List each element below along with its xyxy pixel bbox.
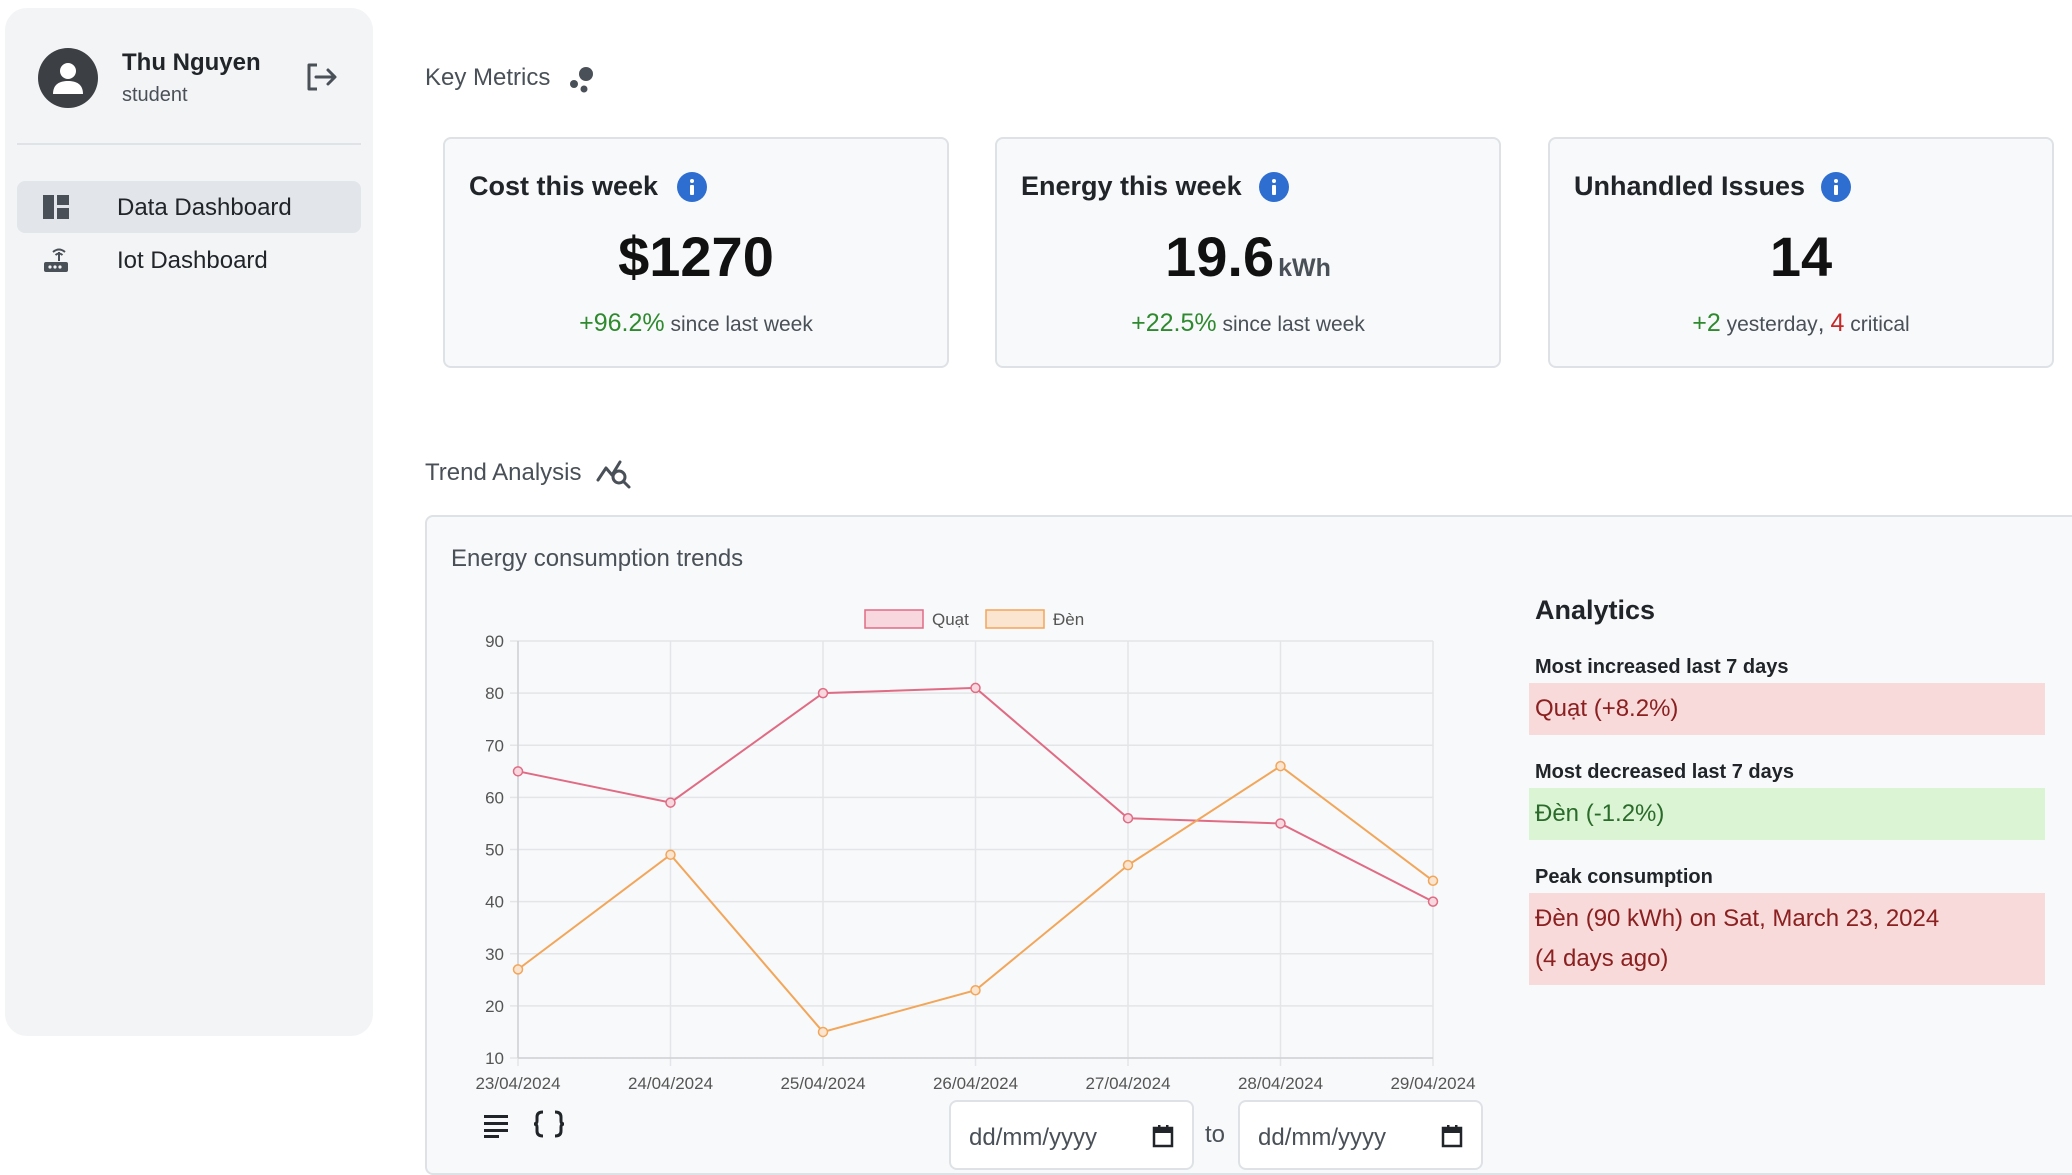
- metric-card-cost: Cost this week $1270 +96.2% since last w…: [443, 137, 949, 368]
- peak-value-line1: Đèn (90 kWh) on Sat, March 23, 2024: [1535, 905, 1940, 932]
- data-point: [665, 797, 676, 808]
- sidebar-item-data-dashboard[interactable]: Data Dashboard: [17, 181, 361, 233]
- info-icon[interactable]: [1821, 172, 1851, 202]
- data-point: [817, 1026, 829, 1038]
- avatar: [38, 48, 98, 108]
- list-view-icon[interactable]: [482, 1112, 510, 1138]
- data-point: [1427, 875, 1439, 887]
- sidebar-divider: [17, 143, 361, 145]
- legend-swatch: [985, 609, 1045, 629]
- data-point: [512, 964, 524, 975]
- most-decreased-value: Đèn (-1.2%): [1529, 788, 2045, 840]
- json-braces-icon[interactable]: [532, 1109, 566, 1139]
- start-date-placeholder: dd/mm/yyyy: [969, 1124, 1098, 1151]
- sidebar: Thu Nguyen student Data Dashboard Iot Da…: [5, 8, 373, 1036]
- energy-line-chart: 10 20 30 40 50 60 70 80 90 23/04/2024 24/04/2024 25…: [475, 609, 1476, 1093]
- data-point: [1122, 812, 1134, 824]
- legend-label: Quạt: [932, 610, 969, 629]
- change-percent: +22.5%: [1131, 309, 1217, 337]
- x-tick-label: 25/04/2024: [780, 1074, 865, 1093]
- card-title: Energy this week: [1021, 171, 1242, 201]
- person-icon: [53, 63, 83, 94]
- analytics-title: Analytics: [1535, 595, 1656, 625]
- card-title: Unhandled Issues: [1574, 171, 1806, 201]
- sidebar-item-iot-dashboard[interactable]: Iot Dashboard: [17, 234, 361, 286]
- info-icon[interactable]: [677, 172, 707, 202]
- change-text: since last week: [670, 313, 813, 336]
- data-point: [1275, 760, 1286, 772]
- data-point: [1275, 818, 1286, 829]
- most-increased-label: Most increased last 7 days: [1535, 656, 1789, 678]
- data-point: [512, 766, 524, 777]
- yesterday-count: +2: [1692, 309, 1721, 337]
- peak-label: Peak consumption: [1535, 866, 1713, 888]
- dashboard-icon: [43, 195, 69, 219]
- metric-card-energy: Energy this week 19.6 kWh +22.5% since la…: [995, 137, 1501, 368]
- router-icon: [44, 248, 68, 272]
- y-tick-label: 30: [485, 945, 504, 964]
- x-tick-label: 24/04/2024: [628, 1074, 713, 1093]
- peak-value-line2: (4 days ago): [1535, 945, 1669, 972]
- card-change: +96.2% since last week: [445, 309, 947, 338]
- x-tick-label: 29/04/2024: [1390, 1074, 1475, 1093]
- y-tick-label: 80: [485, 684, 504, 703]
- most-increased-value: Quạt (+8.2%): [1529, 683, 2045, 735]
- logout-button[interactable]: [303, 59, 339, 95]
- x-tick-label: 28/04/2024: [1238, 1074, 1323, 1093]
- x-tick-label: 26/04/2024: [933, 1074, 1018, 1093]
- analytics-panel: Analytics Most increased last 7 days Quạ…: [1529, 595, 2045, 1011]
- info-icon[interactable]: [1259, 172, 1289, 202]
- yesterday-text: yesterday: [1726, 313, 1818, 336]
- card-change: +2 yesterday, 4 critical: [1550, 309, 2052, 338]
- query-stats-icon: [596, 460, 631, 489]
- critical-count: 4: [1830, 309, 1845, 337]
- x-tick-label: 23/04/2024: [475, 1074, 560, 1093]
- x-tick-label: 27/04/2024: [1085, 1074, 1170, 1093]
- user-profile: Thu Nguyen student: [33, 39, 363, 119]
- user-name: Thu Nguyen: [122, 49, 261, 76]
- separator: ,: [1817, 309, 1825, 337]
- user-role: student: [122, 84, 188, 106]
- card-value: $1270: [618, 225, 774, 288]
- start-date-input[interactable]: dd/mm/yyyy: [949, 1100, 1194, 1170]
- card-value: 19.6 kWh: [1165, 225, 1331, 288]
- card-title: Cost this week: [469, 171, 659, 201]
- data-point: [1122, 859, 1134, 871]
- peak-value: Đèn (90 kWh) on Sat, March 23, 2024 (4 d…: [1529, 893, 2045, 985]
- most-decreased-label: Most decreased last 7 days: [1535, 761, 1795, 783]
- data-point: [970, 984, 981, 996]
- y-tick-label: 40: [485, 893, 504, 912]
- y-tick-label: 90: [485, 632, 504, 651]
- critical-text: critical: [1850, 313, 1910, 336]
- data-point: [817, 687, 829, 699]
- legend-swatch: [864, 609, 924, 629]
- end-date-placeholder: dd/mm/yyyy: [1258, 1124, 1387, 1151]
- logout-icon: [307, 63, 337, 91]
- bubble-chart-icon: [570, 67, 593, 93]
- key-metrics-heading: Key Metrics: [425, 64, 551, 91]
- card-change: +22.5% since last week: [997, 309, 1499, 338]
- metric-card-issues: Unhandled Issues 14 +2 yesterday, 4 crit…: [1548, 137, 2054, 368]
- calendar-icon[interactable]: [1441, 1124, 1463, 1148]
- y-tick-label: 70: [485, 736, 504, 755]
- legend-label: Đèn: [1053, 610, 1084, 629]
- sidebar-item-label: Iot Dashboard: [117, 247, 268, 274]
- end-date-input[interactable]: dd/mm/yyyy: [1238, 1100, 1483, 1170]
- card-unit: kWh: [1278, 254, 1331, 282]
- data-point: [970, 682, 981, 694]
- change-percent: +96.2%: [579, 309, 665, 337]
- y-tick-label: 50: [485, 841, 504, 860]
- y-tick-label: 60: [485, 788, 504, 807]
- card-value: 14: [1769, 225, 1833, 288]
- to-label: to: [1205, 1121, 1226, 1148]
- y-tick-label: 10: [485, 1049, 504, 1068]
- data-point: [1427, 896, 1439, 907]
- sidebar-item-label: Data Dashboard: [117, 194, 292, 221]
- trend-analysis-heading: Trend Analysis: [425, 459, 582, 486]
- calendar-icon[interactable]: [1152, 1124, 1174, 1148]
- y-tick-label: 20: [485, 997, 504, 1016]
- data-point: [665, 849, 676, 860]
- change-text: since last week: [1222, 313, 1365, 336]
- trend-panel: Energy consumption trends 10 20 30 40 50 60 70…: [425, 515, 2072, 1175]
